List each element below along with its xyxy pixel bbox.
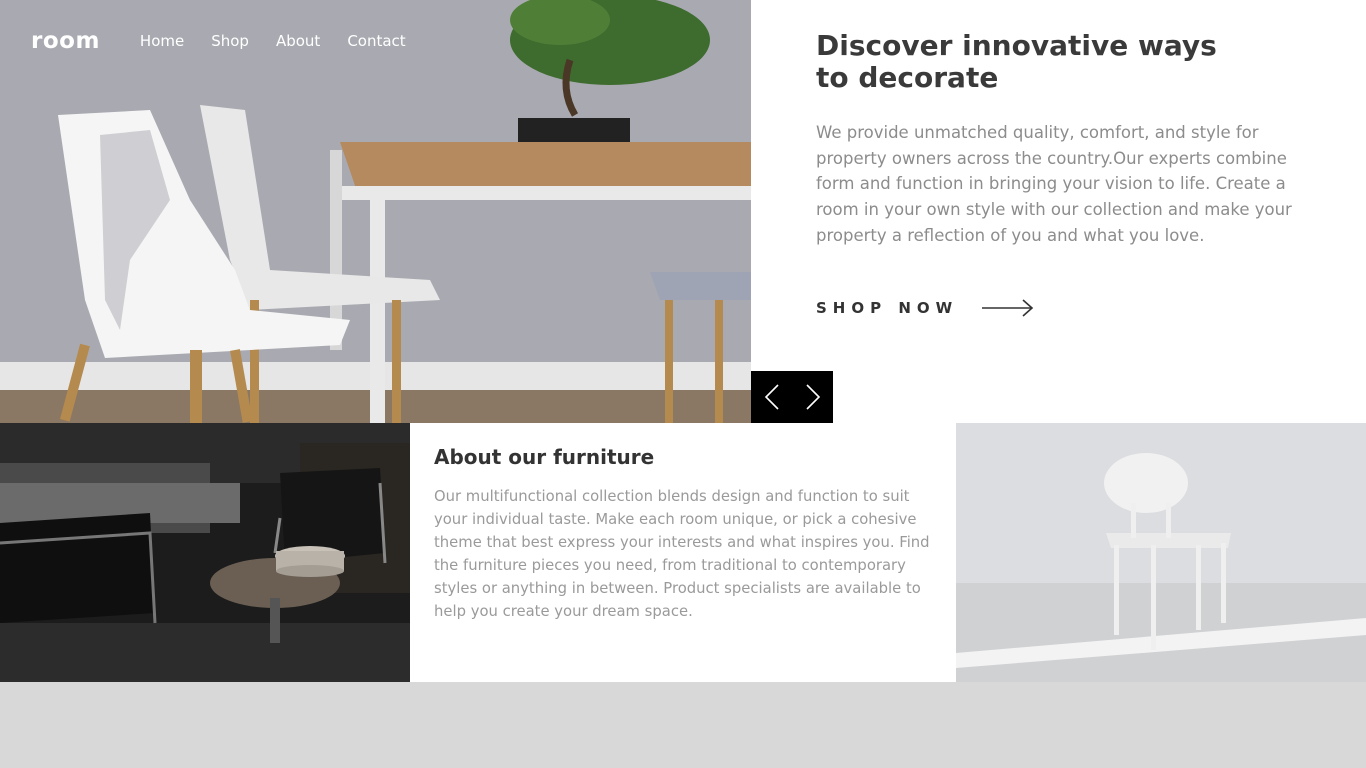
slider-prev-button[interactable] <box>751 371 792 423</box>
shop-now-label: SHOP NOW <box>816 299 959 317</box>
chevron-left-icon <box>764 384 779 410</box>
nav-link-contact[interactable]: Contact <box>347 32 405 50</box>
shop-now-button[interactable]: SHOP NOW <box>816 298 1034 318</box>
nav-link-about[interactable]: About <box>276 32 320 50</box>
hero-title: Discover innovative ways to decorate <box>816 29 1217 94</box>
hero-chairs-photo <box>0 0 751 423</box>
white-chair-photo <box>956 423 1366 682</box>
slider-controls <box>751 371 833 423</box>
dark-living-room-photo <box>0 423 410 682</box>
about-light-image <box>956 423 1366 682</box>
about-section: About our furniture Our multifunctional … <box>410 423 956 682</box>
chevron-right-icon <box>805 384 820 410</box>
arrow-right-icon <box>982 299 1034 317</box>
nav-link-home[interactable]: Home <box>140 32 184 50</box>
hero-description: We provide unmatched quality, comfort, a… <box>816 123 1292 245</box>
hero-content: Discover innovative ways to decorate We … <box>751 0 1366 423</box>
logo[interactable]: room <box>31 28 100 54</box>
nav-link-shop[interactable]: Shop <box>211 32 249 50</box>
about-dark-image <box>0 423 410 682</box>
slider-next-button[interactable] <box>792 371 833 423</box>
about-description: Our multifunctional collection blends de… <box>434 488 930 620</box>
main-nav: room Home Shop About Contact <box>31 28 433 54</box>
about-title: About our furniture <box>434 445 655 469</box>
hero-image: room Home Shop About Contact <box>0 0 751 423</box>
